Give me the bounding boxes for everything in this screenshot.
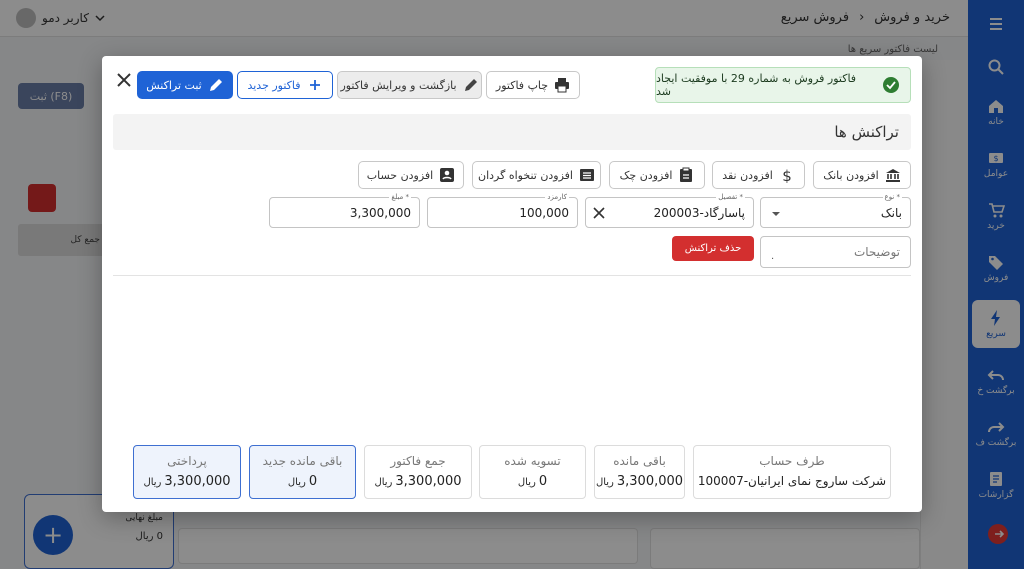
- detail-label: تفصیل *: [716, 192, 745, 202]
- pencil-icon: [208, 77, 224, 93]
- divider: [113, 275, 911, 276]
- add-cash-button[interactable]: افزودن نقد $: [712, 161, 805, 189]
- paid-amount: 3,300,000ریال: [134, 474, 240, 489]
- clear-icon[interactable]: [592, 206, 606, 220]
- description-value: .: [771, 251, 775, 262]
- paid-card: پرداختی 3,300,000ریال: [133, 445, 241, 499]
- add-account-label: افزودن حساب: [366, 168, 434, 182]
- add-petty-cash-button[interactable]: افزودن تنخواه گردان: [472, 161, 601, 189]
- bank-icon: [885, 167, 901, 183]
- add-bank-button[interactable]: افزودن بانک: [813, 161, 911, 189]
- invoice-total-unit: ریال: [374, 477, 393, 488]
- description-placeholder: توضیحات: [853, 245, 900, 259]
- remaining-amount: 3,300,000ریال: [595, 474, 684, 489]
- add-account-button[interactable]: افزودن حساب: [358, 161, 464, 189]
- amount-label: مبلغ *: [389, 192, 411, 202]
- printer-icon: [554, 77, 570, 93]
- paid-value: 3,300,000: [164, 474, 231, 489]
- print-invoice-label: چاپ فاکتور: [495, 78, 549, 92]
- back-edit-button[interactable]: بازگشت و ویرایش فاکتور: [337, 71, 482, 99]
- counterparty-value: شرکت ساروج نمای ایرانیان-100007: [697, 474, 887, 488]
- new-remaining-unit: ریال: [287, 477, 306, 488]
- detail-field[interactable]: تفصیل * پاسارگاد-200003: [585, 192, 754, 228]
- detail-value: پاسارگاد-200003: [653, 206, 745, 220]
- remaining-value: 3,300,000: [616, 474, 684, 489]
- new-remaining-amount: 0ریال: [250, 474, 355, 489]
- type-label: نوع *: [882, 192, 902, 202]
- settled-title: تسویه شده: [504, 454, 561, 468]
- transaction-modal: ثبت تراکنش فاکتور جدید بازگشت و ویرایش ف…: [102, 56, 922, 512]
- pencil-icon: [463, 77, 479, 93]
- dollar-icon: $: [779, 167, 795, 183]
- remaining-card: باقی مانده 3,300,000ریال: [594, 445, 685, 499]
- success-message: فاکتور فروش به شماره 29 با موفقیت ایجاد …: [656, 72, 857, 98]
- fee-label: کارمزد: [545, 192, 569, 202]
- delete-transaction-button[interactable]: حذف تراکنش: [672, 236, 754, 261]
- counterparty-card: طرف حساب شرکت ساروج نمای ایرانیان-100007: [693, 445, 891, 499]
- list-icon: [579, 167, 595, 183]
- add-cash-label: افزودن نقد: [722, 168, 773, 182]
- invoice-total-title: جمع فاکتور: [390, 454, 446, 468]
- caret-down-icon: [769, 207, 783, 221]
- settled-value: 0: [538, 474, 548, 489]
- paid-unit: ریال: [143, 477, 162, 488]
- settled-card: تسویه شده 0ریال: [479, 445, 586, 499]
- invoice-total-amount: 3,300,000ریال: [365, 474, 471, 489]
- plus-icon: [307, 77, 323, 93]
- submit-transaction-label: ثبت تراکنش: [146, 78, 202, 92]
- amount-field[interactable]: مبلغ * 3,300,000: [269, 192, 420, 228]
- new-remaining-value: 0: [308, 474, 318, 489]
- close-icon[interactable]: [114, 70, 134, 90]
- add-bank-label: افزودن بانک: [823, 168, 879, 182]
- new-remaining-card: باقی مانده جدید 0ریال: [249, 445, 356, 499]
- section-title: تراکنش ها: [113, 114, 911, 150]
- settled-amount: 0ریال: [480, 474, 585, 489]
- description-field[interactable]: . توضیحات: [760, 236, 911, 268]
- fee-value: 100,000: [519, 206, 569, 220]
- type-select[interactable]: نوع * بانک: [760, 192, 911, 228]
- fee-field[interactable]: کارمزد 100,000: [427, 192, 578, 228]
- back-edit-label: بازگشت و ویرایش فاکتور: [340, 78, 457, 92]
- remaining-title: باقی مانده: [613, 454, 666, 468]
- account-box-icon: [439, 167, 455, 183]
- paid-title: پرداختی: [167, 454, 207, 468]
- new-invoice-label: فاکتور جدید: [247, 78, 301, 92]
- svg-text:$: $: [782, 167, 792, 183]
- new-remaining-title: باقی مانده جدید: [262, 454, 343, 468]
- type-value: بانک: [880, 206, 902, 220]
- submit-transaction-button[interactable]: ثبت تراکنش: [137, 71, 233, 99]
- invoice-total-value: 3,300,000: [395, 474, 462, 489]
- invoice-total-card: جمع فاکتور 3,300,000ریال: [364, 445, 472, 499]
- clipboard-icon: [678, 167, 694, 183]
- success-alert: فاکتور فروش به شماره 29 با موفقیت ایجاد …: [655, 67, 911, 103]
- check-circle-icon: [882, 76, 900, 94]
- counterparty-title: طرف حساب: [759, 454, 825, 468]
- print-invoice-button[interactable]: چاپ فاکتور: [486, 71, 580, 99]
- settled-unit: ریال: [517, 477, 536, 488]
- add-petty-cash-label: افزودن تنخواه گردان: [478, 168, 573, 182]
- new-invoice-button[interactable]: فاکتور جدید: [237, 71, 333, 99]
- amount-value: 3,300,000: [349, 206, 411, 220]
- add-cheque-button[interactable]: افزودن چک: [609, 161, 705, 189]
- remaining-unit: ریال: [595, 477, 614, 488]
- add-cheque-label: افزودن چک: [619, 168, 673, 182]
